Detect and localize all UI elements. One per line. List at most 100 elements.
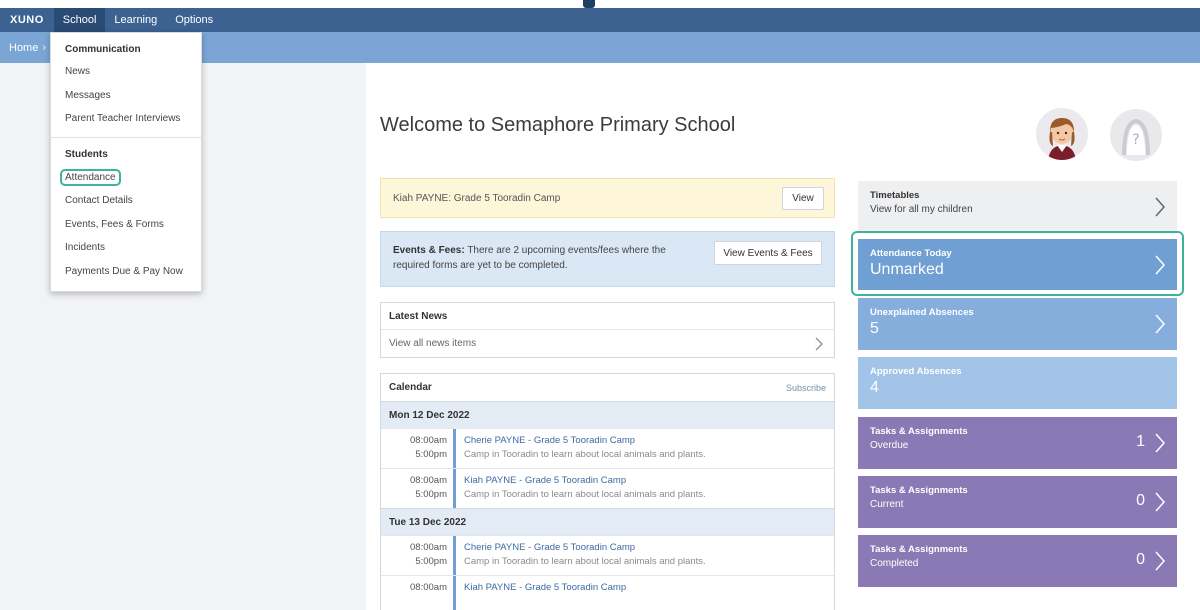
event-description: Camp in Tooradin to learn about local an… (464, 489, 706, 500)
chevron-right-icon (1155, 433, 1166, 453)
breadcrumb-home[interactable]: Home (0, 42, 38, 54)
top-nav-bar: XUNO School Learning Options (0, 0, 1200, 32)
tile-title: Tasks & Assignments (870, 544, 968, 555)
event-info: Cherie PAYNE - Grade 5 Tooradin Camp Camp… (456, 429, 706, 468)
tile-title: Attendance Today (870, 248, 952, 259)
tasks-current-count: 0 (1136, 492, 1145, 509)
tile-title: Tasks & Assignments (870, 426, 968, 437)
calendar-event[interactable]: 08:00am 5:00pm Cherie PAYNE - Grade 5 Too… (381, 535, 834, 575)
menu-item-label: Incidents (65, 242, 106, 254)
event-title: Kiah PAYNE - Grade 5 Tooradin Camp (464, 582, 627, 593)
menu-item-label: Parent Teacher Interviews (65, 113, 181, 125)
menu-item-contact-details[interactable]: Contact Details (51, 189, 201, 213)
event-start-time: 08:00am (410, 582, 447, 593)
calendar-panel: Calendar Subscribe Mon 12 Dec 2022 08:00… (380, 373, 835, 610)
event-start-time: 08:00am (410, 475, 447, 486)
help-button[interactable]: ? (1110, 109, 1162, 161)
tile-title: Timetables (870, 190, 920, 201)
chevron-right-icon (1155, 492, 1166, 512)
event-time: 08:00am 5:00pm (381, 536, 456, 575)
event-description: Camp in Tooradin to learn about local an… (464, 449, 706, 460)
menu-item-incidents[interactable]: Incidents (51, 236, 201, 260)
events-fees-label: Events & Fees: (393, 245, 465, 256)
breadcrumb-chevron-icon: › (42, 41, 47, 54)
calendar-event[interactable]: 08:00am 5:00pm Cherie PAYNE - Grade 5 Too… (381, 428, 834, 468)
page-title: Welcome to Semaphore Primary School (380, 114, 736, 136)
unexplained-absences-tile[interactable]: Unexplained Absences 5 (858, 298, 1177, 350)
calendar-event[interactable]: 08:00am Kiah PAYNE - Grade 5 Tooradin Ca… (381, 575, 834, 610)
event-title: Cherie PAYNE - Grade 5 Tooradin Camp (464, 542, 636, 553)
avatar[interactable] (1036, 108, 1088, 160)
latest-news-title: Latest News (381, 303, 834, 330)
camp-notice: Kiah PAYNE: Grade 5 Tooradin Camp (380, 178, 835, 218)
menu-item-news[interactable]: News (51, 60, 201, 84)
event-time: 08:00am 5:00pm (381, 469, 456, 508)
menu-item-label: Events, Fees & Forms (65, 218, 164, 230)
event-end-time: 5:00pm (415, 489, 447, 500)
tasks-overdue-tile[interactable]: Tasks & Assignments Overdue 1 (858, 417, 1177, 469)
chevron-right-icon (1155, 197, 1166, 217)
approved-absences-tile[interactable]: Approved Absences 4 (858, 357, 1177, 409)
tasks-completed-count: 0 (1136, 551, 1145, 568)
event-info: Cherie PAYNE - Grade 5 Tooradin Camp Camp… (456, 536, 706, 575)
school-dropdown-menu: Communication News Messages Parent Teach… (50, 32, 202, 292)
tile-subtitle: Current (870, 499, 904, 510)
event-end-time: 5:00pm (415, 449, 447, 460)
event-start-time: 08:00am (410, 435, 447, 446)
event-title: Cherie PAYNE - Grade 5 Tooradin Camp (464, 435, 636, 446)
event-start-time: 08:00am (410, 542, 447, 553)
calendar-header: Calendar Subscribe (381, 374, 834, 401)
subscribe-link[interactable]: Subscribe (786, 383, 826, 393)
view-events-fees-button[interactable]: View Events & Fees (714, 241, 822, 265)
calendar-event[interactable]: 08:00am 5:00pm Kiah PAYNE - Grade 5 Toora… (381, 468, 834, 508)
menu-item-label: Contact Details (65, 195, 133, 207)
tile-title: Approved Absences (870, 366, 962, 377)
event-end-time: 5:00pm (415, 556, 447, 567)
unexplained-absences-count: 5 (870, 320, 879, 337)
event-description: Camp in Tooradin to learn about local an… (464, 556, 706, 567)
calendar-day-header: Tue 13 Dec 2022 (381, 508, 834, 535)
approved-absences-count: 4 (870, 379, 879, 396)
tile-title: Tasks & Assignments (870, 485, 968, 496)
event-time: 08:00am (381, 576, 456, 610)
menu-item-label-highlighted: Attendance (60, 168, 121, 186)
view-all-news-label: View all news items (389, 338, 477, 349)
calendar-day-header: Mon 12 Dec 2022 (381, 401, 834, 428)
nav-options[interactable]: Options (166, 8, 222, 32)
chevron-right-icon (1155, 551, 1166, 571)
event-info: Kiah PAYNE - Grade 5 Tooradin Camp Camp i… (456, 469, 706, 508)
chevron-right-icon (815, 337, 823, 351)
attendance-today-tile[interactable]: Attendance Today Unmarked (858, 239, 1177, 290)
calendar-title: Calendar (389, 382, 432, 393)
menu-item-messages[interactable]: Messages (51, 84, 201, 108)
menu-item-parent-teacher-interviews[interactable]: Parent Teacher Interviews (51, 107, 201, 131)
menu-item-label: Messages (65, 89, 111, 101)
brand-logo[interactable]: XUNO (0, 14, 54, 26)
menu-item-label: Payments Due & Pay Now (65, 265, 183, 277)
nav-school[interactable]: School (53, 8, 106, 32)
menu-item-attendance[interactable]: Attendance (51, 166, 201, 190)
latest-news-panel: Latest News View all news items (380, 302, 835, 358)
nav-learning[interactable]: Learning (105, 8, 166, 32)
tile-subtitle: Overdue (870, 440, 909, 451)
menu-item-events-fees-forms[interactable]: Events, Fees & Forms (51, 213, 201, 237)
view-all-news-link[interactable]: View all news items (381, 330, 834, 357)
tasks-completed-tile[interactable]: Tasks & Assignments Completed 0 (858, 535, 1177, 587)
attendance-status: Unmarked (870, 261, 944, 278)
menu-heading-students: Students (65, 149, 108, 160)
tasks-current-tile[interactable]: Tasks & Assignments Current 0 (858, 476, 1177, 528)
tile-title: Unexplained Absences (870, 307, 974, 318)
help-icon: ? (1122, 118, 1150, 156)
view-button[interactable]: View (782, 187, 824, 210)
camp-notice-text: Kiah PAYNE: Grade 5 Tooradin Camp (393, 192, 561, 204)
top-decoration (583, 0, 595, 8)
tile-subtitle: Completed (870, 558, 919, 569)
timetables-tile[interactable]: Timetables View for all my children (858, 181, 1177, 233)
menu-item-payments-due[interactable]: Payments Due & Pay Now (51, 260, 201, 284)
event-title: Kiah PAYNE - Grade 5 Tooradin Camp (464, 475, 627, 486)
menu-heading-communication: Communication (65, 43, 141, 55)
chevron-right-icon (1155, 255, 1166, 275)
events-fees-notice-text: Events & Fees: There are 2 upcoming even… (393, 243, 693, 273)
event-info: Kiah PAYNE - Grade 5 Tooradin Camp (456, 576, 626, 610)
chevron-right-icon (1155, 314, 1166, 334)
